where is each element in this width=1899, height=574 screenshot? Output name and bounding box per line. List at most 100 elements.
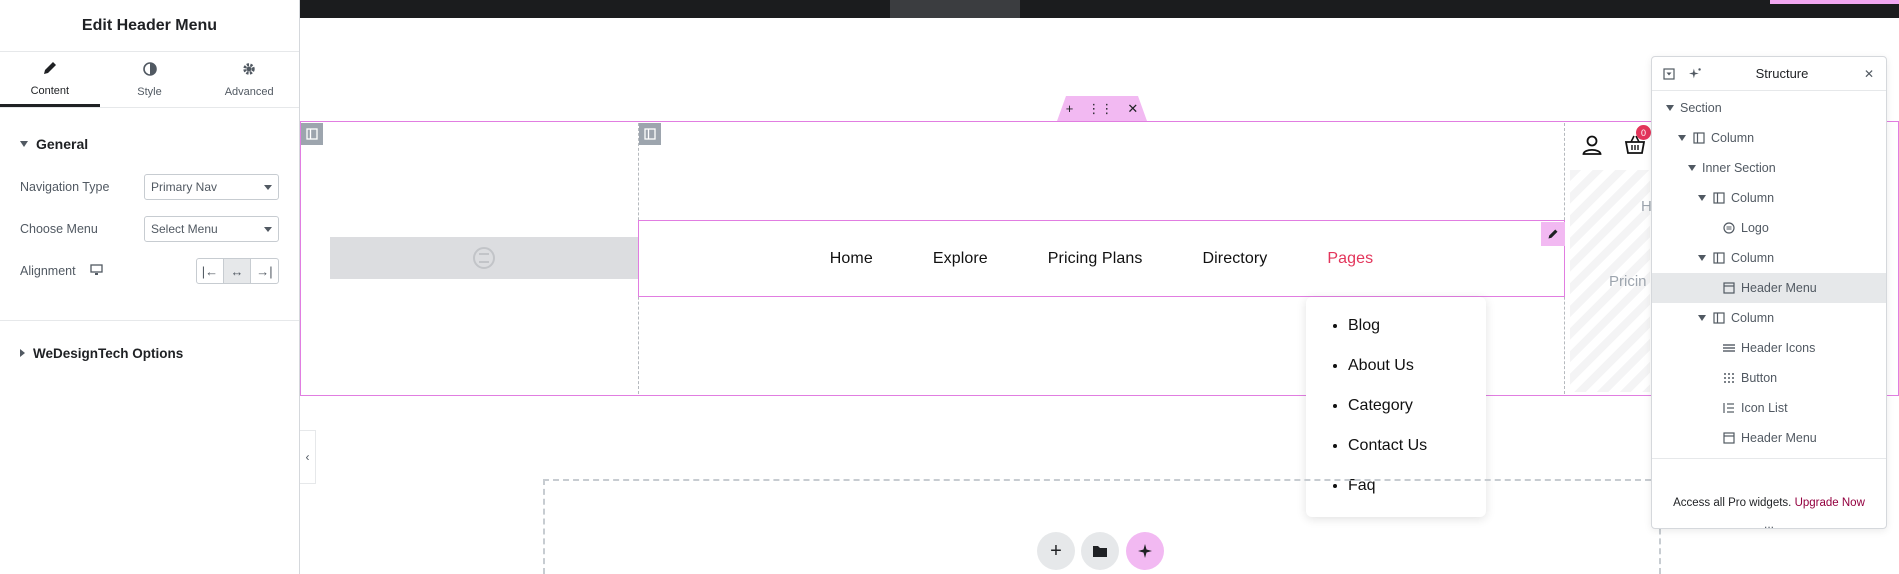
column-edit-icon[interactable] (301, 123, 323, 145)
caret-down-icon (1698, 195, 1706, 201)
more-dots[interactable]: ... (1652, 518, 1886, 530)
chevron-down-icon (264, 226, 272, 232)
submenu-item-about-us[interactable]: About Us (1348, 357, 1486, 397)
plus-icon: + (1050, 539, 1062, 562)
tree-node-header-menu-selected[interactable]: Header Menu (1652, 273, 1886, 303)
align-right-icon[interactable]: →| (251, 259, 278, 283)
align-left-icon[interactable]: |← (197, 259, 224, 283)
structure-footer: Access all Pro widgets. Upgrade Now ... (1652, 458, 1886, 530)
tree-node-label: Column (1731, 191, 1775, 205)
logo-placeholder[interactable] (330, 237, 638, 279)
tree-node-column[interactable]: Column (1652, 123, 1886, 153)
nav-item-pricing-plans[interactable]: Pricing Plans (1048, 250, 1143, 268)
nav-item-home[interactable]: Home (830, 250, 873, 268)
submenu-item-blog[interactable]: Blog (1348, 317, 1486, 357)
ai-generate-button[interactable] (1126, 532, 1164, 570)
hero-image-detail (890, 0, 1020, 18)
tab-advanced-label: Advanced (224, 86, 274, 98)
column-icon (1712, 312, 1725, 325)
tree-node-icon-list[interactable]: Icon List (1652, 393, 1886, 423)
contrast-icon (142, 61, 158, 80)
caret-down-icon (20, 141, 28, 147)
tab-style[interactable]: Style (100, 52, 200, 107)
tab-content-label: Content (30, 84, 70, 97)
tab-content[interactable]: Content (0, 52, 100, 107)
structure-title: Structure (1755, 66, 1809, 81)
user-icon[interactable] (1580, 133, 1604, 157)
caret-down-icon (1678, 135, 1686, 141)
upgrade-promo: Access all Pro widgets. Upgrade Now (1652, 497, 1886, 509)
collapse-all-icon[interactable] (1662, 67, 1676, 81)
chevron-left-icon: ‹ (305, 450, 310, 464)
alignment-control: |← ↔ →| (196, 258, 279, 284)
submenu-item-contact-us[interactable]: Contact Us (1348, 437, 1486, 477)
tree-node-inner-section[interactable]: Inner Section (1652, 153, 1886, 183)
caret-down-icon (1666, 105, 1674, 111)
panel-title: Edit Header Menu (0, 0, 299, 52)
tree-node-label: Header Menu (1741, 281, 1817, 295)
promo-text: Access all Pro widgets. (1673, 497, 1792, 509)
alignment-label-wrap: Alignment (20, 263, 103, 279)
navigation-type-row: Navigation Type Primary Nav (0, 166, 299, 208)
drag-handle-icon[interactable]: ⋮⋮ (1087, 101, 1113, 117)
choose-menu-label: Choose Menu (20, 222, 98, 236)
tab-advanced[interactable]: Advanced (199, 52, 299, 107)
options-section-toggle[interactable]: WeDesignTech Options (0, 331, 299, 375)
structure-header: Structure ✕ (1652, 57, 1886, 91)
tree-node-label: Column (1711, 131, 1755, 145)
tree-node-label: Column (1731, 251, 1775, 265)
column-edit-icon[interactable] (639, 123, 661, 145)
tree-node-column[interactable]: Column (1652, 183, 1886, 213)
header-menu-widget[interactable]: Home Explore Pricing Plans Directory Pag… (638, 220, 1565, 297)
tree-node-column[interactable]: Column (1652, 303, 1886, 333)
widget-edit-button[interactable] (1541, 222, 1565, 246)
tree-node-header-icons[interactable]: Header Icons (1652, 333, 1886, 363)
upgrade-now-link[interactable]: Upgrade Now (1795, 497, 1865, 509)
chevron-down-icon (264, 184, 272, 190)
close-icon[interactable]: ✕ (1862, 67, 1876, 81)
tab-style-label: Style (137, 86, 162, 98)
choose-menu-select[interactable]: Select Menu (144, 216, 279, 242)
desktop-icon[interactable] (89, 263, 103, 279)
hamburger-icon (1722, 342, 1735, 355)
tree-node-label: Button (1741, 371, 1778, 385)
nav-item-explore[interactable]: Explore (933, 250, 988, 268)
tree-node-button[interactable]: Button (1652, 363, 1886, 393)
nav-item-pages[interactable]: Pages (1327, 250, 1373, 268)
general-section-title: General (36, 136, 89, 152)
general-section-toggle[interactable]: General (0, 122, 299, 166)
tree-node-header-menu[interactable]: Header Menu (1652, 423, 1886, 453)
sparkle-icon (1138, 544, 1152, 558)
caret-down-icon (1688, 165, 1696, 171)
header-menu-icon (1722, 282, 1735, 295)
navigation-type-select[interactable]: Primary Nav (144, 174, 279, 200)
folder-icon (1093, 546, 1107, 557)
tree-node-logo[interactable]: Logo (1652, 213, 1886, 243)
add-new-section-button[interactable]: + (1037, 532, 1075, 570)
tree-node-column[interactable]: Column (1652, 243, 1886, 273)
panel-divider (0, 320, 299, 321)
choose-menu-value: Select Menu (151, 222, 218, 236)
nav-item-directory[interactable]: Directory (1202, 250, 1267, 268)
delete-section-icon[interactable]: ✕ (1127, 101, 1138, 117)
add-template-button[interactable] (1081, 532, 1119, 570)
choose-menu-row: Choose Menu Select Menu (0, 208, 299, 250)
hero-image-strip (300, 0, 1899, 18)
column-icon (1712, 252, 1725, 265)
gear-icon (241, 61, 257, 80)
submenu-item-category[interactable]: Category (1348, 397, 1486, 437)
logo-icon (1722, 222, 1735, 235)
panel-tabs: Content Style Advanced (0, 52, 299, 108)
add-section-icon[interactable]: + (1066, 101, 1074, 116)
section-handle[interactable]: + ⋮⋮ ✕ (1057, 96, 1147, 121)
navigation-type-value: Primary Nav (151, 180, 218, 194)
navigation-type-label: Navigation Type (20, 180, 110, 194)
collapse-panel-button[interactable]: ‹ (300, 430, 316, 484)
tree-node-label: Icon List (1741, 401, 1788, 415)
tree-node-section[interactable]: Section (1652, 93, 1886, 123)
tree-node-label: Section (1680, 101, 1722, 115)
align-center-icon[interactable]: ↔ (224, 259, 251, 283)
tree-node-label: Header Icons (1741, 341, 1816, 355)
sparkle-icon[interactable] (1688, 67, 1702, 81)
caret-right-icon (20, 349, 25, 357)
